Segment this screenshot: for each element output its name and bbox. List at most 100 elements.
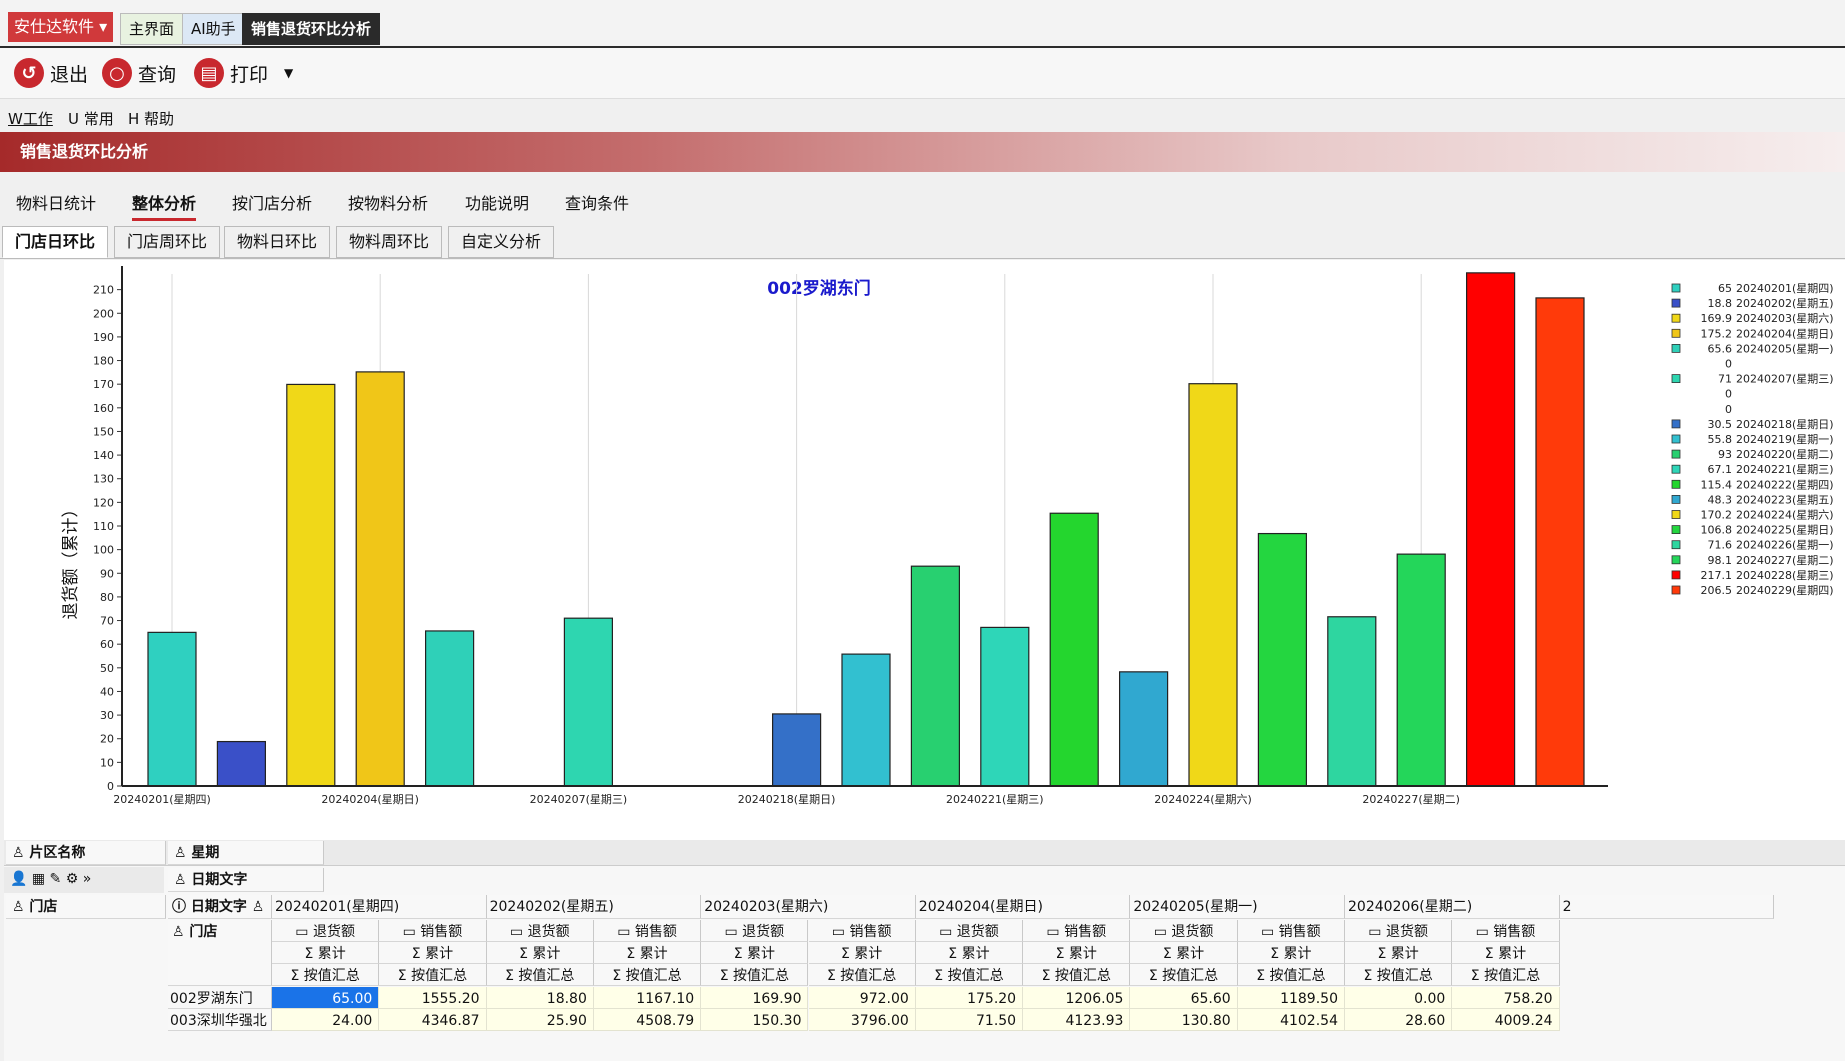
legend-swatch	[1671, 494, 1681, 504]
measure-header-sales[interactable]: ▭ 销售额	[1237, 920, 1345, 942]
pivot-toolbar-icons[interactable]: 👤 ▦ ✎ ⚙ »	[4, 867, 164, 893]
measure-header-sales[interactable]: ▭ 销售额	[1023, 920, 1131, 942]
measure-header-sales[interactable]: ▭ 销售额	[1452, 920, 1560, 942]
date-column-header[interactable]: 20240204(星期日)	[915, 895, 1131, 919]
tab-ai-assistant[interactable]: AI助手	[182, 13, 245, 45]
menu-help[interactable]: H 帮助	[128, 108, 174, 129]
menu-bar: W工作 U 常用 H 帮助	[0, 104, 1845, 130]
table-cell[interactable]: 25.90	[486, 1009, 594, 1031]
tab-function-desc[interactable]: 功能说明	[465, 190, 529, 218]
tab-material-daily[interactable]: 物料日统计	[16, 190, 96, 218]
menu-work[interactable]: W工作	[8, 108, 53, 129]
table-cell[interactable]: 972.00	[808, 987, 916, 1009]
date-column-header[interactable]: 20240205(星期一)	[1130, 895, 1345, 919]
legend-label: 20240203(星期六)	[1736, 312, 1834, 325]
tab-store-daily[interactable]: 门店日环比	[2, 226, 109, 258]
bar	[1118, 671, 1169, 787]
legend-swatch	[1671, 344, 1681, 353]
exit-button[interactable]: ↺ 退出	[14, 58, 88, 88]
table-cell[interactable]: 4346.87	[379, 1009, 487, 1031]
date-column-header[interactable]: 2	[1559, 895, 1775, 919]
table-cell[interactable]: 169.90	[701, 987, 809, 1009]
table-cell[interactable]: 4009.24	[1452, 1009, 1560, 1031]
tab-main[interactable]: 主界面	[120, 13, 184, 45]
aggregate-header: Σ 按值汇总	[593, 964, 702, 986]
table-cell[interactable]: 1555.20	[379, 987, 487, 1009]
legend-value: 206.5	[1701, 584, 1733, 597]
date-column-header[interactable]: 20240206(星期二)	[1345, 895, 1560, 919]
measure-header-sales[interactable]: ▭ 销售额	[808, 920, 916, 942]
table-cell[interactable]: 175.20	[915, 987, 1024, 1009]
date-column-header[interactable]: 20240203(星期六)	[701, 895, 916, 919]
table-cell[interactable]: 130.80	[1130, 1009, 1238, 1031]
table-cell[interactable]: 65.60	[1130, 987, 1238, 1009]
filter-field-week[interactable]: ♙ 星期	[168, 841, 324, 865]
date-column-header[interactable]: 20240202(星期五)	[486, 895, 702, 919]
table-cell[interactable]: 1189.50	[1237, 987, 1345, 1009]
legend-value: 65.6	[1708, 342, 1733, 355]
measure-header-return[interactable]: ▭ 退货额	[915, 920, 1024, 942]
tab-by-store[interactable]: 按门店分析	[232, 190, 312, 218]
tab-query-conditions[interactable]: 查询条件	[565, 190, 629, 218]
table-cell[interactable]: 3796.00	[808, 1009, 916, 1031]
aggregate-header: Σ 按值汇总	[808, 964, 916, 986]
table-cell[interactable]: 4102.54	[1237, 1009, 1345, 1031]
measure-header-return[interactable]: ▭ 退货额	[1130, 920, 1238, 942]
y-tick-label: 0	[107, 780, 114, 793]
table-cell[interactable]: 758.20	[1452, 987, 1560, 1009]
tab-material-weekly-ratio[interactable]: 物料周环比	[336, 226, 443, 258]
bar	[563, 617, 614, 787]
menu-common[interactable]: U 常用	[68, 108, 114, 129]
row-store-name[interactable]: 003深圳华强北	[168, 1009, 272, 1031]
toolbar: ↺ 退出 ○ 查询 ▤ 打印 ▼	[0, 48, 1845, 99]
table-cell[interactable]: 28.60	[1345, 1009, 1453, 1031]
print-button[interactable]: ▤ 打印 ▼	[194, 58, 293, 88]
table-cell[interactable]: 1206.05	[1023, 987, 1131, 1009]
table-cell[interactable]: 4508.79	[593, 1009, 702, 1031]
legend-label: 20240227(星期二)	[1736, 554, 1834, 567]
x-tick-label: 20240207(星期三)	[530, 793, 628, 806]
row-store-name[interactable]: 002罗湖东门	[168, 987, 272, 1009]
tab-material-daily-ratio[interactable]: 物料日环比	[224, 226, 331, 258]
measure-header-sales[interactable]: ▭ 销售额	[379, 920, 487, 942]
table-cell[interactable]: 65.00	[272, 987, 380, 1009]
bar	[1188, 383, 1238, 787]
column-header-datetext[interactable]: ⓘ 日期文字 ♙	[168, 895, 272, 919]
table-cell[interactable]: 150.30	[701, 1009, 809, 1031]
chevron-down-icon[interactable]: ▼	[284, 66, 293, 80]
legend-swatch	[1671, 434, 1681, 444]
legend-swatch	[1671, 283, 1681, 293]
brand-menu-button[interactable]: 安仕达软件 ▾	[8, 12, 114, 42]
table-cell[interactable]: 71.50	[915, 1009, 1024, 1031]
table-cell[interactable]: 1167.10	[593, 987, 702, 1009]
sum-header: Σ 累计	[1345, 942, 1453, 964]
column-field-datetext[interactable]: ♙ 日期文字	[168, 868, 324, 892]
tab-custom-analysis[interactable]: 自定义分析	[448, 226, 555, 258]
tab-sales-return-analysis[interactable]: 销售退货环比分析	[242, 13, 381, 45]
table-cell[interactable]: 18.80	[486, 987, 594, 1009]
exit-icon: ↺	[14, 58, 44, 88]
y-tick-label: 190	[93, 331, 114, 344]
row-field-store[interactable]: ♙ 门店	[6, 895, 166, 919]
measure-header-return[interactable]: ▭ 退货额	[272, 920, 380, 942]
aggregate-header: Σ 按值汇总	[1345, 964, 1453, 986]
table-cell[interactable]: 4123.93	[1023, 1009, 1131, 1031]
date-column-header[interactable]: 20240201(星期四)	[272, 895, 487, 919]
measure-header-sales[interactable]: ▭ 销售额	[593, 920, 702, 942]
legend-label: 20240229(星期四)	[1736, 584, 1834, 597]
legend-label: 20240207(星期三)	[1736, 373, 1834, 386]
table-cell[interactable]: 24.00	[272, 1009, 380, 1031]
row-header-store[interactable]: ♙ 门店	[168, 920, 272, 986]
query-button[interactable]: ○ 查询	[102, 58, 176, 88]
measure-header-return[interactable]: ▭ 退货额	[1345, 920, 1453, 942]
measure-header-return[interactable]: ▭ 退货额	[486, 920, 594, 942]
legend-swatch	[1671, 479, 1681, 489]
tab-store-weekly[interactable]: 门店周环比	[114, 226, 221, 258]
sum-header: Σ 累计	[1130, 942, 1238, 964]
tab-by-material[interactable]: 按物料分析	[348, 190, 428, 218]
filter-field-region[interactable]: ♙ 片区名称	[6, 841, 166, 865]
tab-overall-analysis[interactable]: 整体分析	[132, 190, 197, 221]
x-tick-label: 20240204(星期日)	[321, 793, 419, 806]
table-cell[interactable]: 0.00	[1345, 987, 1453, 1009]
measure-header-return[interactable]: ▭ 退货额	[701, 920, 809, 942]
